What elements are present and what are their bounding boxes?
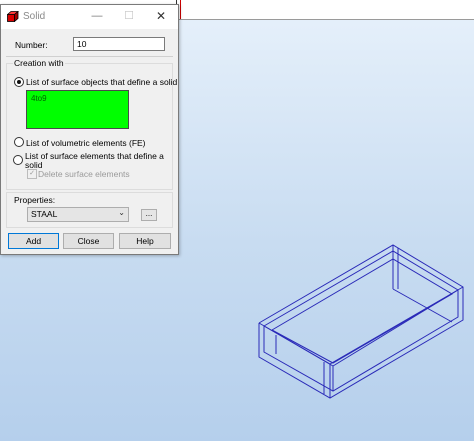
solid-dialog: Solid — ☐ ✕ Number: 10 Creation with Lis…	[0, 4, 179, 255]
maximize-button[interactable]: ☐	[120, 8, 138, 25]
minimize-button[interactable]: —	[88, 8, 106, 25]
volumetric-elements-radio[interactable]	[14, 137, 24, 147]
surface-elements-label[interactable]: List of surface elements that define a	[25, 151, 164, 161]
divider	[6, 56, 173, 57]
properties-label: Properties:	[14, 195, 56, 205]
surface-objects-label[interactable]: List of surface objects that define a so…	[26, 77, 177, 87]
surface-elements-radio[interactable]	[13, 155, 23, 165]
close-window-button[interactable]: ✕	[152, 8, 170, 25]
number-label: Number:	[15, 40, 48, 50]
surface-objects-list[interactable]: 4to9	[26, 90, 129, 129]
help-button[interactable]: Help	[119, 233, 171, 249]
creation-group-label: Creation with	[13, 58, 65, 68]
properties-select[interactable]: STAAL ⌄	[27, 207, 129, 222]
close-button[interactable]: Close	[63, 233, 114, 249]
chevron-down-icon: ⌄	[118, 208, 125, 217]
solid-cube-icon	[6, 10, 20, 23]
delete-surface-elements-label: Delete surface elements	[38, 169, 130, 179]
properties-more-button[interactable]: ...	[141, 209, 157, 221]
volumetric-elements-label[interactable]: List of volumetric elements (FE)	[26, 138, 146, 148]
add-button[interactable]: Add	[8, 233, 59, 249]
dialog-title: Solid	[23, 11, 46, 22]
delete-surface-elements-checkbox[interactable]: ✓	[27, 169, 37, 179]
dialog-titlebar[interactable]: Solid — ☐ ✕	[1, 5, 178, 29]
number-input[interactable]: 10	[73, 37, 165, 51]
surface-list-value: 4to9	[31, 94, 47, 103]
surface-objects-radio[interactable]	[14, 77, 24, 87]
properties-value: STAAL	[31, 209, 58, 219]
